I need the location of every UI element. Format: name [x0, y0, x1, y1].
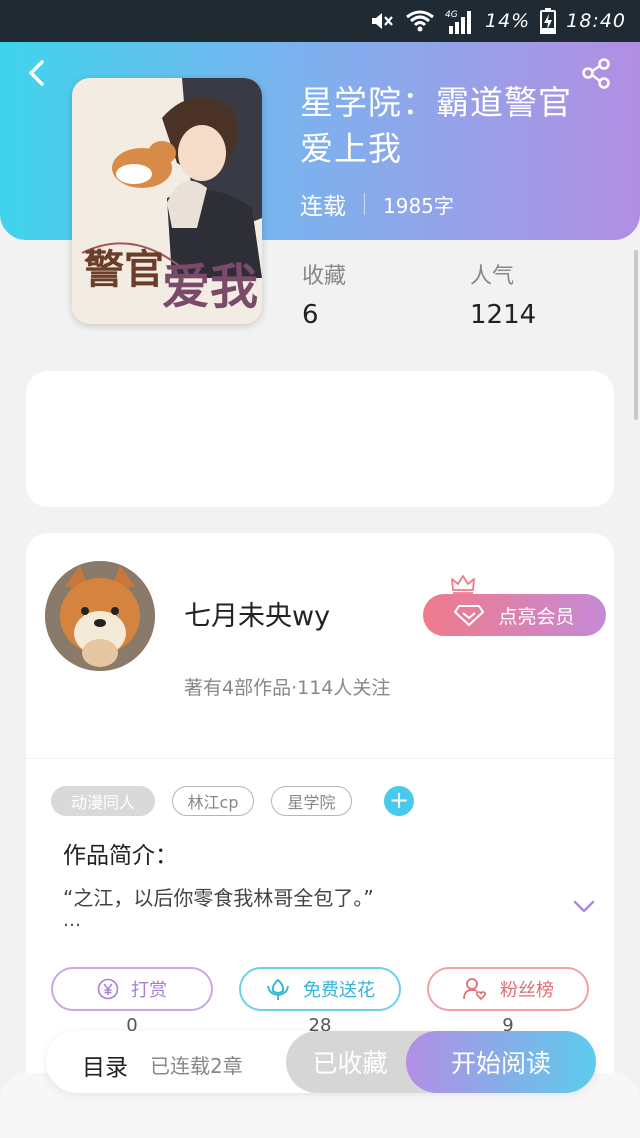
reward-label: 打赏 — [131, 980, 167, 1001]
svg-text:4G: 4G — [445, 10, 458, 20]
vip-button-label: 点亮会员 — [498, 605, 575, 628]
wifi-icon — [406, 10, 434, 32]
chapter-count: 已连载2章 — [150, 1054, 243, 1078]
placeholder-card — [26, 371, 614, 507]
crown-icon — [451, 575, 475, 594]
svg-text:爱我: 爱我 — [162, 259, 258, 315]
mute-icon — [372, 13, 393, 29]
serial-status: 连载 — [300, 194, 346, 220]
fan-ranking-button[interactable]: 粉丝榜 — [427, 967, 589, 1011]
reward-button[interactable]: 打赏 — [51, 967, 213, 1011]
battery-percent: 14% — [485, 10, 531, 32]
clock: 18:40 — [566, 10, 626, 32]
collected-label: 已收藏 — [312, 1049, 388, 1078]
signal-icon: 4G — [445, 10, 471, 34]
intro-ellipsis: … — [63, 910, 81, 931]
section-divider — [26, 758, 614, 759]
meta-divider — [364, 193, 365, 215]
tag-anime-fanfic[interactable]: 动漫同人 — [51, 786, 155, 816]
table-of-contents-button[interactable]: 目录 — [82, 1048, 128, 1082]
start-reading-label: 开始阅读 — [450, 1049, 551, 1078]
tag-lin-jiang-cp[interactable]: 林江cp — [172, 786, 254, 816]
battery-charging-icon — [540, 8, 557, 34]
cover-title-text: 警官 — [84, 246, 164, 293]
back-icon[interactable] — [22, 56, 52, 90]
fan-ranking-label: 粉丝榜 — [500, 980, 554, 1001]
status-bar: 4G 14% 18:40 — [0, 0, 640, 42]
yuan-icon — [97, 978, 119, 1000]
tag-star-academy[interactable]: 星学院 — [271, 786, 352, 816]
flower-icon — [267, 978, 289, 1000]
stat-value-popularity: 1214 — [470, 300, 537, 330]
book-cover[interactable]: 警官 爱我 — [72, 78, 262, 324]
word-count: 1985字 — [383, 193, 454, 218]
vip-button[interactable]: 点亮会员 — [423, 594, 606, 636]
cover-illustration: 警官 爱我 — [72, 78, 262, 324]
shiba-avatar-image — [45, 561, 155, 671]
intro-title: 作品简介： — [63, 843, 178, 869]
author-avatar[interactable] — [45, 561, 155, 671]
stat-label-favorites: 收藏 — [302, 264, 347, 289]
book-title: 星学院：霸道警官爱上我 — [300, 83, 572, 168]
author-stats: 著有4部作品·114人关注 — [184, 677, 391, 699]
stat-label-popularity: 人气 — [470, 264, 515, 289]
scrollbar[interactable] — [634, 250, 638, 420]
intro-text: “之江，以后你零食我林哥全包了。” — [63, 886, 374, 910]
send-flower-button[interactable]: 免费送花 — [239, 967, 401, 1011]
diamond-icon — [454, 605, 485, 626]
book-meta: 连载 1985字 — [300, 187, 454, 221]
chevron-down-icon[interactable] — [572, 898, 596, 916]
send-flower-label: 免费送花 — [303, 980, 375, 1001]
stat-value-favorites: 6 — [302, 300, 319, 330]
fan-icon — [463, 978, 487, 1001]
start-reading-button[interactable]: 开始阅读 — [406, 1031, 596, 1093]
add-tag-button[interactable]: + — [384, 786, 414, 816]
author-name[interactable]: 七月未央wy — [184, 594, 330, 633]
